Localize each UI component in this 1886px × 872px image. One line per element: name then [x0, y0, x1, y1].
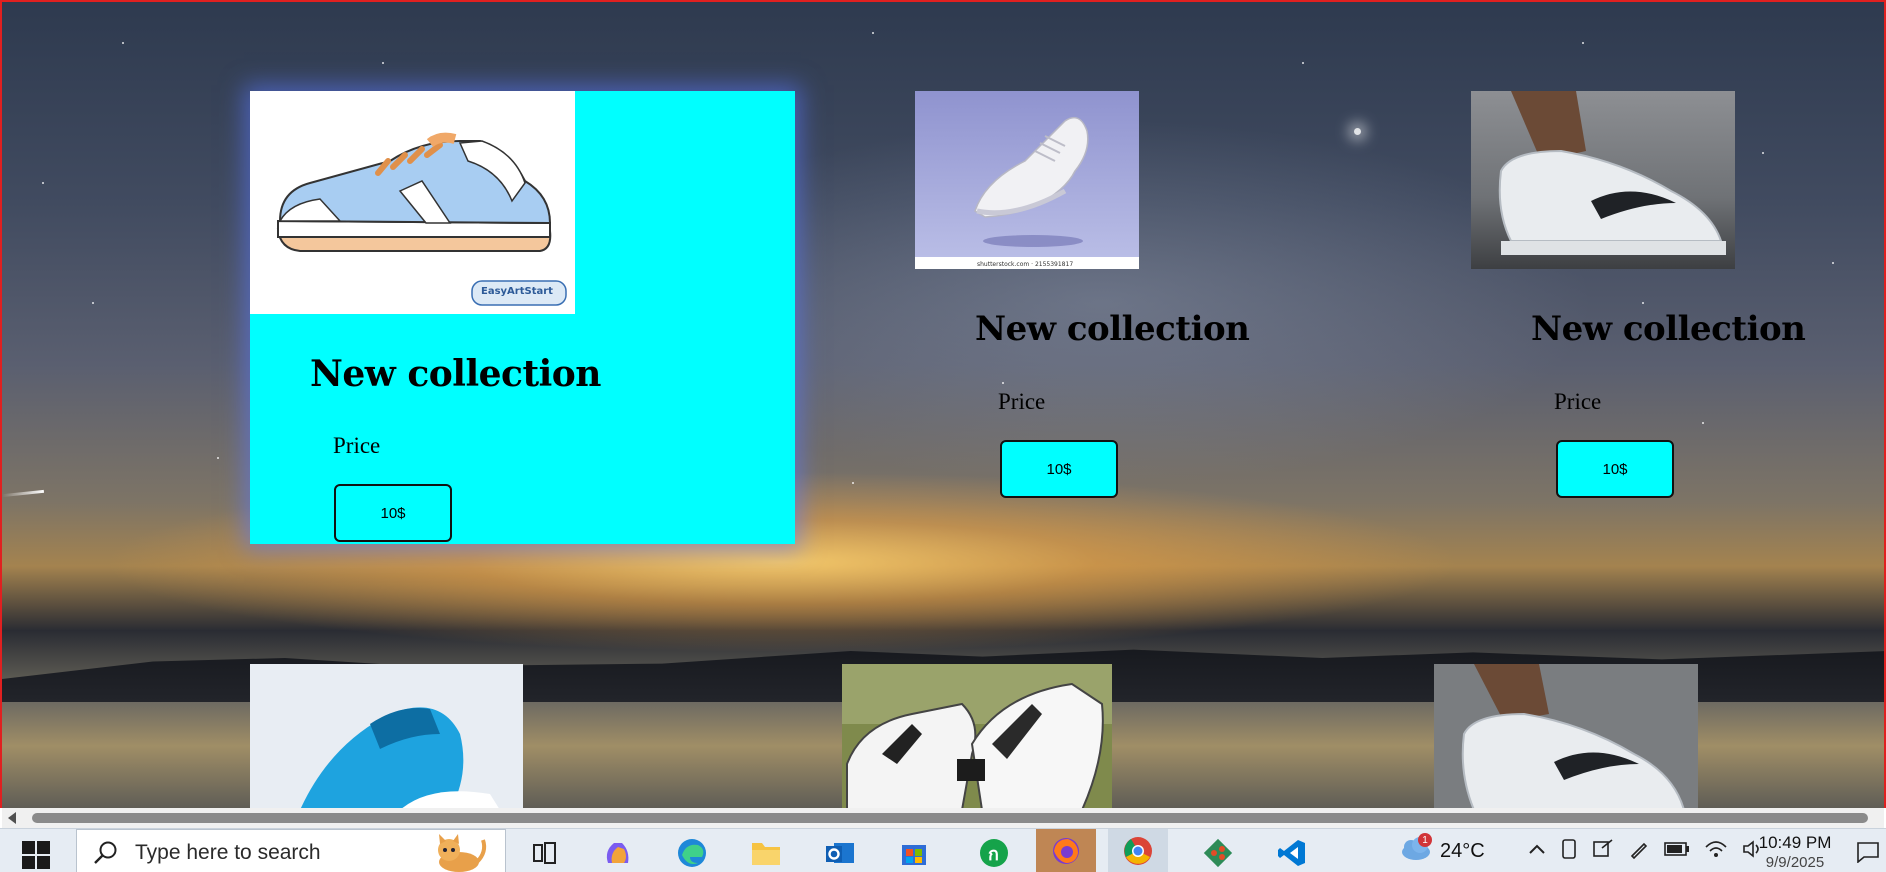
product-image-white-sneaker[interactable]: shutterstock.com · 2155391817 [915, 91, 1139, 269]
product-image-nike-sneaker-on-foot[interactable] [1471, 91, 1735, 269]
notifications-icon[interactable] [1856, 841, 1880, 868]
network-status-icon[interactable] [1592, 838, 1614, 865]
cat-icon [429, 832, 491, 872]
firefox-icon[interactable] [1036, 829, 1096, 872]
clock-date: 9/9/2025 [1765, 854, 1825, 871]
battery-icon[interactable] [1664, 841, 1690, 862]
price-button[interactable]: 10$ [1556, 440, 1674, 498]
outlook-icon[interactable] [822, 835, 858, 871]
notification-badge: 1 [1418, 833, 1432, 847]
app-icon[interactable]: ก [976, 835, 1012, 871]
product-image-sneaker-illustration[interactable]: EasyArtStart [250, 91, 575, 314]
clock-time: 10:49 PM [1758, 833, 1832, 852]
product-card-3[interactable]: New collection Price 10$ [1471, 91, 1806, 511]
copilot-icon[interactable] [600, 835, 636, 871]
pen-icon[interactable] [1628, 838, 1650, 865]
wifi-icon[interactable] [1704, 839, 1728, 864]
svg-text:ก: ก [988, 844, 999, 865]
vscode-icon[interactable] [1274, 835, 1310, 871]
weather-widget[interactable]: 24°C [1398, 829, 1485, 872]
product-image-white-sneakers-pair[interactable] [842, 664, 1112, 808]
chevron-up-icon[interactable] [1528, 842, 1546, 860]
weather-temperature: 24°C [1440, 839, 1485, 862]
task-view-icon[interactable] [526, 835, 562, 871]
scrollbar-thumb[interactable] [32, 813, 1868, 823]
taskbar-clock[interactable]: 10:49 PM 9/9/2025 [1750, 833, 1840, 872]
product-price-label: Price [333, 433, 381, 458]
git-icon[interactable] [1200, 835, 1236, 871]
product-card-2[interactable]: shutterstock.com · 2155391817 New collec… [915, 91, 1250, 511]
edge-icon[interactable] [674, 835, 710, 871]
windows-start-icon[interactable] [22, 841, 50, 869]
scroll-left-arrow-icon[interactable] [8, 812, 16, 824]
product-title: New collection [975, 309, 1250, 349]
system-tray [1528, 829, 1764, 872]
product-card-1[interactable]: EasyArtStart New collection Price 10$ [250, 91, 795, 544]
file-explorer-icon[interactable] [748, 835, 784, 871]
product-image-nike-sneaker-on-foot-2[interactable] [1434, 664, 1698, 808]
windows-taskbar: ก 24°C 1 [0, 828, 1886, 872]
product-price-label: Price [998, 389, 1046, 414]
price-button[interactable]: 10$ [334, 484, 452, 542]
horizontal-scrollbar[interactable] [2, 808, 1884, 828]
tablet-icon[interactable] [1560, 838, 1578, 865]
image-credit-text: shutterstock.com · 2155391817 [977, 261, 1073, 268]
price-button[interactable]: 10$ [1000, 440, 1118, 498]
chrome-icon[interactable] [1108, 829, 1168, 872]
product-image-blue-sneaker[interactable] [250, 664, 523, 808]
product-price-label: Price [1554, 389, 1602, 414]
product-title: New collection [1531, 309, 1806, 349]
easyartstart-logo-text: EasyArtStart [481, 286, 553, 297]
microsoft-store-icon[interactable] [896, 835, 932, 871]
web-page-viewport: EasyArtStart New collection Price 10$ sh… [0, 0, 1886, 808]
search-input[interactable] [133, 836, 437, 870]
product-title: New collection [310, 353, 601, 395]
search-icon [93, 840, 119, 871]
taskbar-search-box[interactable] [76, 829, 506, 872]
